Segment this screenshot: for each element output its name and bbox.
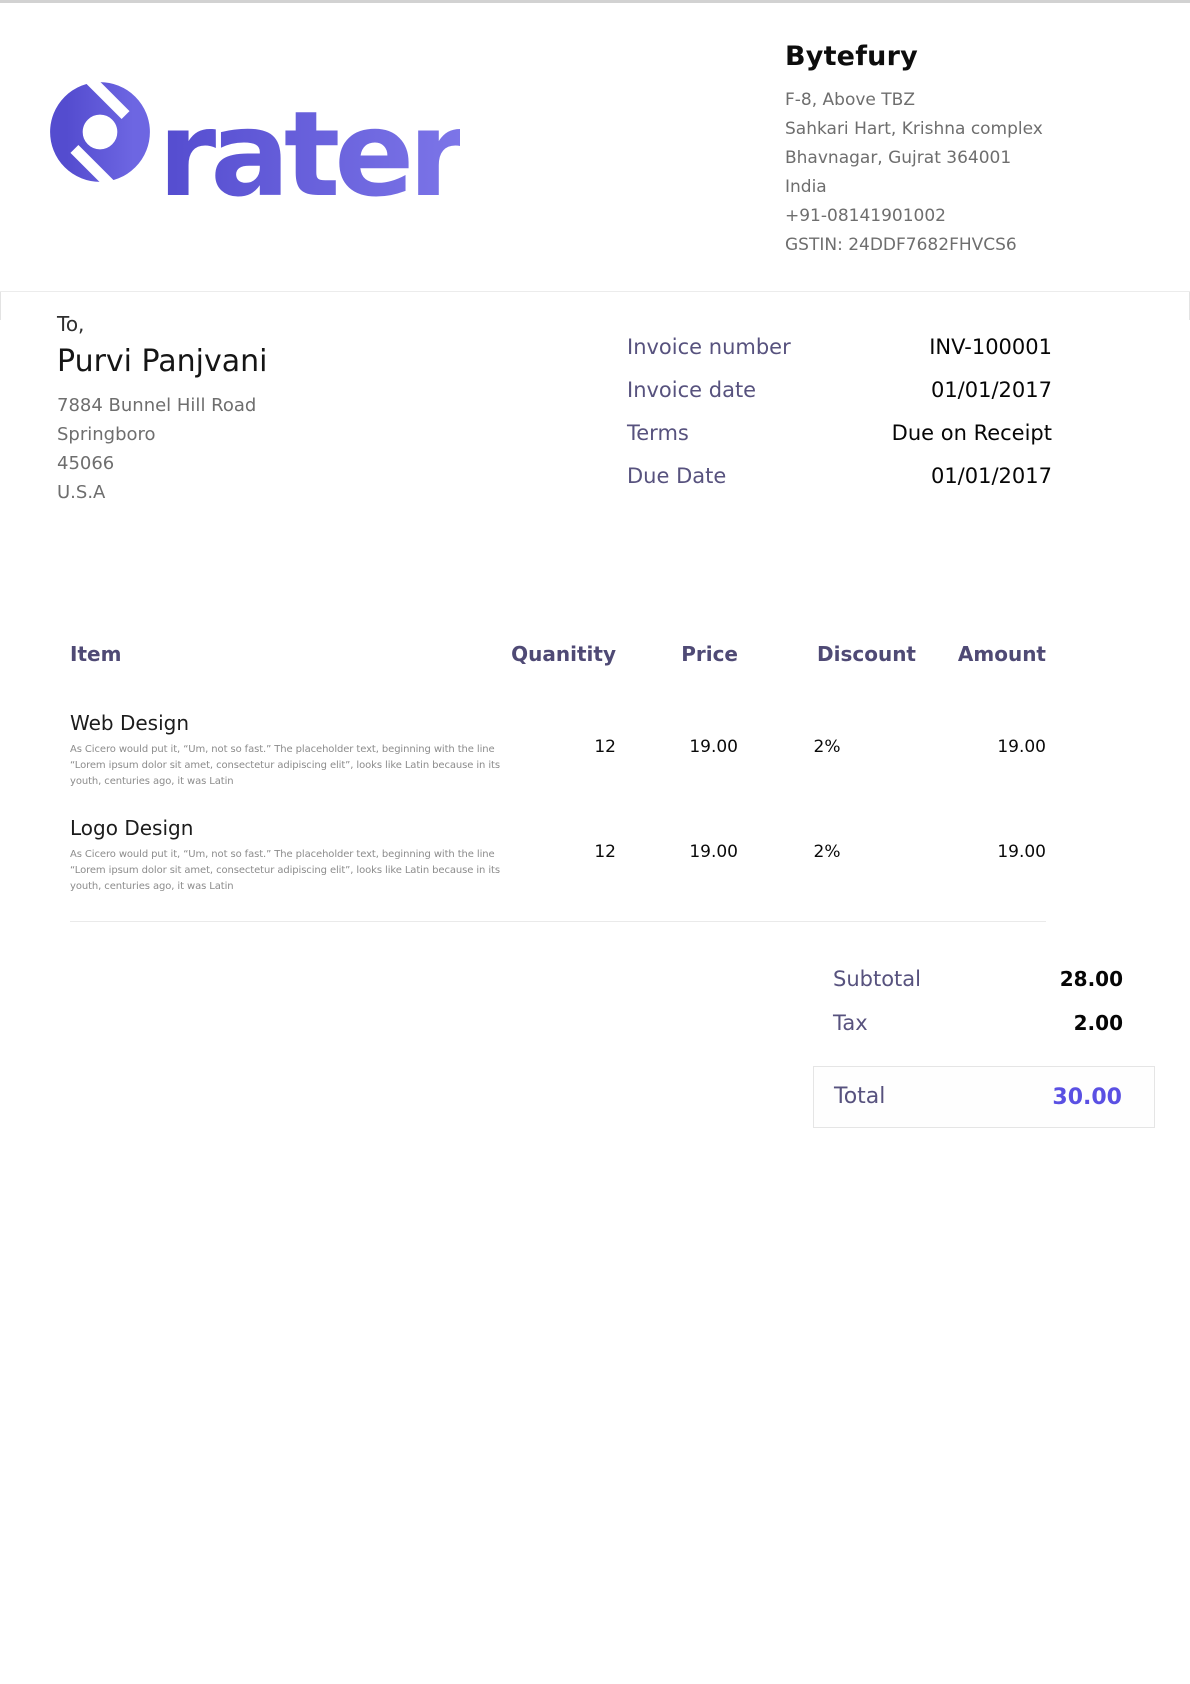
company-address-line: India: [785, 173, 1165, 202]
bill-to-section: To, Purvi Panjvani 7884 Bunnel Hill Road…: [57, 312, 477, 507]
invoice-meta: Invoice number INV-100001 Invoice date 0…: [627, 334, 1052, 506]
items-table: Item Quanitity Price Discount Amount Web…: [70, 642, 1046, 922]
customer-address: 7884 Bunnel Hill Road Springboro 45066 U…: [57, 391, 477, 507]
company-address-line: F-8, Above TBZ: [785, 86, 1165, 115]
item-cell: Logo Design As Cicero would put it, “Um,…: [70, 816, 490, 922]
total-box: Total 30.00: [813, 1066, 1155, 1128]
company-gstin: GSTIN: 24DDF7682FHVCS6: [785, 231, 1165, 260]
total-label: Total: [834, 1084, 885, 1110]
item-description: As Cicero would put it, “Um, not so fast…: [70, 742, 502, 790]
terms-row: Terms Due on Receipt: [627, 420, 1052, 446]
invoice-date-label: Invoice date: [627, 377, 756, 403]
invoice-date-row: Invoice date 01/01/2017: [627, 377, 1052, 403]
due-date-row: Due Date 01/01/2017: [627, 463, 1052, 489]
tax-value: 2.00: [1074, 1011, 1123, 1035]
company-name: Bytefury: [785, 41, 1165, 72]
item-amount: 19.00: [916, 711, 1046, 816]
invoice-page: rater Bytefury F-8, Above TBZ Sahkari Ha…: [0, 0, 1190, 1684]
customer-address-line: Springboro: [57, 420, 477, 449]
company-address-line: Bhavnagar, Gujrat 364001: [785, 144, 1165, 173]
company-phone: +91-08141901002: [785, 202, 1165, 231]
item-name: Logo Design: [70, 816, 490, 840]
item-price: 19.00: [616, 711, 738, 816]
due-date-value: 01/01/2017: [931, 463, 1052, 489]
item-quantity: 12: [490, 711, 616, 816]
col-header-price: Price: [616, 642, 738, 711]
invoice-date-value: 01/01/2017: [931, 377, 1052, 403]
col-header-amount: Amount: [916, 642, 1046, 711]
items-table-header-row: Item Quanitity Price Discount Amount: [70, 642, 1046, 711]
item-description: As Cicero would put it, “Um, not so fast…: [70, 847, 502, 895]
item-amount: 19.00: [916, 816, 1046, 922]
item-row: Web Design As Cicero would put it, “Um, …: [70, 711, 1046, 816]
company-info: Bytefury F-8, Above TBZ Sahkari Hart, Kr…: [785, 41, 1165, 260]
subtotal-value: 28.00: [1060, 967, 1123, 991]
company-address-line: Sahkari Hart, Krishna complex: [785, 115, 1165, 144]
invoice-header: rater Bytefury F-8, Above TBZ Sahkari Ha…: [0, 0, 1190, 292]
customer-name: Purvi Panjvani: [57, 344, 477, 379]
item-discount: 2%: [738, 711, 916, 816]
col-header-quantity: Quanitity: [490, 642, 616, 711]
item-quantity: 12: [490, 816, 616, 922]
customer-address-line: U.S.A: [57, 478, 477, 507]
item-cell: Web Design As Cicero would put it, “Um, …: [70, 711, 490, 816]
tax-label: Tax: [833, 1010, 868, 1036]
item-price: 19.00: [616, 816, 738, 922]
col-header-discount: Discount: [738, 642, 916, 711]
invoice-number-row: Invoice number INV-100001: [627, 334, 1052, 360]
subtotal-label: Subtotal: [833, 966, 921, 992]
customer-address-line: 45066: [57, 449, 477, 478]
tax-row: Tax 2.00: [813, 1010, 1155, 1036]
crater-logo-icon: [45, 77, 155, 187]
invoice-number-label: Invoice number: [627, 334, 791, 360]
item-discount: 2%: [738, 816, 916, 922]
bill-to-heading: To,: [57, 312, 477, 336]
crater-wordmark: rater: [158, 95, 460, 213]
terms-value: Due on Receipt: [892, 420, 1052, 446]
subtotal-row: Subtotal 28.00: [813, 966, 1155, 992]
terms-label: Terms: [627, 420, 689, 446]
total-value: 30.00: [1052, 1085, 1122, 1110]
col-header-item: Item: [70, 642, 490, 711]
item-name: Web Design: [70, 711, 490, 735]
customer-address-line: 7884 Bunnel Hill Road: [57, 391, 477, 420]
item-row: Logo Design As Cicero would put it, “Um,…: [70, 816, 1046, 922]
totals-section: Subtotal 28.00 Tax 2.00 Total 30.00: [813, 966, 1155, 1128]
items-table-section: Item Quanitity Price Discount Amount Web…: [70, 642, 1046, 922]
due-date-label: Due Date: [627, 463, 726, 489]
invoice-number-value: INV-100001: [929, 334, 1052, 360]
